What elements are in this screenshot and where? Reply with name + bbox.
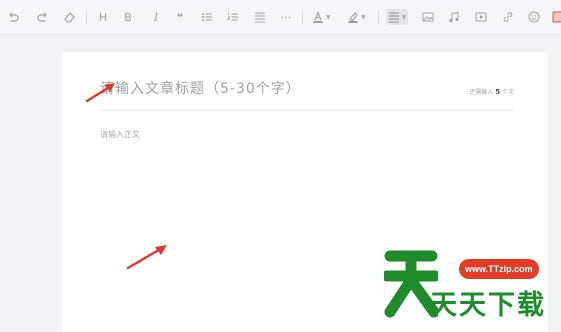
counter-value: 5 [495, 88, 501, 96]
italic-button[interactable]: I [149, 9, 163, 25]
counter-suffix: 个字 [501, 89, 514, 96]
annotation-arrow-title [85, 83, 115, 103]
eraser-icon[interactable] [62, 9, 76, 25]
counter-prefix: 还需输入 [469, 89, 494, 96]
watermark-url: www.TTzip.com [459, 259, 539, 279]
bold-button[interactable]: B [121, 9, 135, 25]
toolbar-separator [378, 10, 379, 24]
image-icon[interactable] [421, 9, 435, 25]
toolbar-separator [302, 10, 303, 24]
emoji-icon[interactable] [527, 9, 541, 25]
title-divider [100, 110, 514, 111]
extra-tool-icon[interactable] [551, 9, 561, 25]
link-icon[interactable] [501, 9, 515, 25]
watermark-logo-text: 天天下载 [430, 290, 546, 321]
heading-button[interactable]: H [96, 9, 110, 25]
music-icon[interactable] [447, 9, 461, 25]
article-body-input[interactable]: 请输入正文 [100, 129, 140, 140]
font-color-icon[interactable]: ▼ [312, 9, 331, 25]
redo-icon[interactable] [36, 9, 50, 25]
undo-icon[interactable] [6, 9, 20, 25]
align-icon[interactable] [253, 9, 267, 25]
editor-toolbar: H B I ❝ ··· ▼ ▼ ▼ [0, 0, 561, 35]
toolbar-separator [86, 10, 87, 24]
highlight-icon[interactable]: ▼ [347, 9, 366, 25]
annotation-arrow-body [126, 245, 167, 270]
bullet-list-icon[interactable] [200, 9, 214, 25]
title-char-counter: 还需输入 5 个字 [469, 87, 514, 96]
quote-button[interactable]: ❝ [173, 9, 187, 25]
ordered-list-icon[interactable] [226, 9, 240, 25]
article-title-input[interactable]: 请输入文章标题（5-30个字） [100, 78, 301, 98]
more-button[interactable]: ··· [279, 9, 293, 25]
video-icon[interactable] [474, 9, 488, 25]
paragraph-format-icon[interactable]: ▼ [386, 9, 408, 25]
